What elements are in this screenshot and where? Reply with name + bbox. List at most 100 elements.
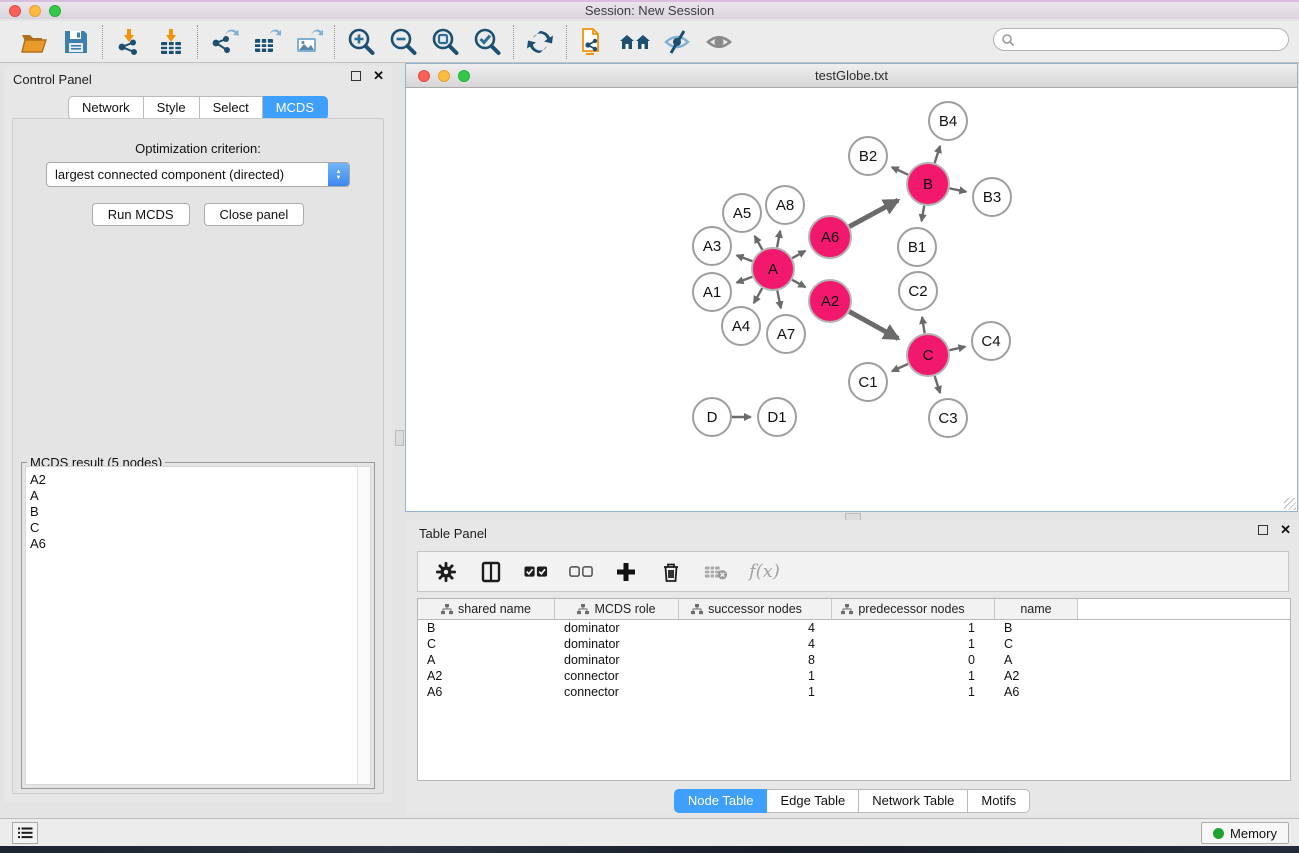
- close-table-panel-icon[interactable]: ✕: [1280, 525, 1291, 535]
- graph-node-A5[interactable]: A5: [723, 194, 761, 232]
- network-window-titlebar[interactable]: testGlobe.txt: [406, 64, 1297, 88]
- edge-A-A3[interactable]: [737, 255, 753, 261]
- result-item[interactable]: C: [30, 520, 370, 536]
- graph-node-A8[interactable]: A8: [766, 186, 804, 224]
- graph-node-A6[interactable]: A6: [809, 216, 851, 258]
- gear-icon[interactable]: [434, 560, 458, 584]
- table-row[interactable]: Bdominator41B: [418, 620, 1290, 636]
- graph-node-A1[interactable]: A1: [693, 273, 731, 311]
- edge-A-A7[interactable]: [777, 291, 781, 309]
- edge-C-C2[interactable]: [922, 317, 925, 333]
- result-item[interactable]: A: [30, 488, 370, 504]
- edge-C-C3[interactable]: [935, 376, 940, 393]
- edge-A-A1[interactable]: [737, 277, 753, 283]
- criterion-dropdown[interactable]: largest connected component (directed) ▲…: [46, 162, 350, 187]
- edge-C-C4[interactable]: [949, 347, 965, 351]
- graph-node-B1[interactable]: B1: [898, 228, 936, 266]
- resize-grip[interactable]: [1284, 498, 1296, 510]
- column-header-successor-nodes[interactable]: successor nodes: [679, 599, 832, 619]
- run-mcds-button[interactable]: Run MCDS: [92, 203, 190, 226]
- column-header-shared-name[interactable]: shared name: [418, 599, 555, 619]
- edge-A-A5[interactable]: [755, 236, 763, 250]
- network-graph-svg[interactable]: AA1A2A3A4A5A6A7A8BB1B2B3B4CC1C2C3C4DD1: [406, 88, 1297, 511]
- tab-network[interactable]: Network: [68, 96, 144, 120]
- graph-node-C[interactable]: C: [907, 334, 949, 376]
- table-row[interactable]: A2connector11A2: [418, 668, 1290, 684]
- hide-selected-icon[interactable]: [661, 26, 693, 58]
- search-input[interactable]: [1020, 31, 1288, 49]
- network-canvas[interactable]: AA1A2A3A4A5A6A7A8BB1B2B3B4CC1C2C3C4DD1: [406, 88, 1297, 511]
- houses-icon[interactable]: [619, 26, 651, 58]
- edge-B-B4[interactable]: [935, 146, 940, 163]
- edge-B-B2[interactable]: [892, 167, 908, 175]
- export-network-icon[interactable]: [208, 26, 240, 58]
- float-table-panel-icon[interactable]: [1258, 525, 1268, 535]
- graph-node-A7[interactable]: A7: [767, 315, 805, 353]
- close-window-button[interactable]: [9, 5, 21, 17]
- column-header-predecessor-nodes[interactable]: predecessor nodes: [832, 599, 995, 619]
- graph-node-B[interactable]: B: [907, 163, 949, 205]
- mcds-result-list[interactable]: A2ABCA6: [25, 466, 371, 785]
- import-table-icon[interactable]: [155, 26, 187, 58]
- zoom-window-button[interactable]: [49, 5, 61, 17]
- search-field[interactable]: [993, 28, 1289, 51]
- show-all-icon[interactable]: [703, 26, 735, 58]
- columns-icon[interactable]: [479, 560, 503, 584]
- tab-node-table[interactable]: Node Table: [674, 789, 768, 813]
- graph-node-D1[interactable]: D1: [758, 398, 796, 436]
- tab-edge-table[interactable]: Edge Table: [767, 789, 859, 813]
- table-row[interactable]: Cdominator41C: [418, 636, 1290, 652]
- graph-node-C1[interactable]: C1: [849, 363, 887, 401]
- deselect-all-icon[interactable]: [569, 560, 593, 584]
- edge-B-B3[interactable]: [950, 188, 967, 191]
- edge-A-A4[interactable]: [754, 288, 762, 303]
- add-icon[interactable]: [614, 560, 638, 584]
- save-session-icon[interactable]: [60, 26, 92, 58]
- edge-C-C1[interactable]: [892, 364, 908, 371]
- tab-motifs[interactable]: Motifs: [968, 789, 1030, 813]
- edge-A-A2[interactable]: [792, 280, 805, 287]
- network-zoom-button[interactable]: [458, 70, 470, 82]
- result-item[interactable]: A2: [30, 472, 370, 488]
- graph-node-B4[interactable]: B4: [929, 102, 967, 140]
- result-item[interactable]: A6: [30, 536, 370, 552]
- vertical-splitter-handle[interactable]: [395, 430, 404, 446]
- edge-A2-C[interactable]: [849, 312, 898, 339]
- new-network-from-selection-icon[interactable]: [577, 26, 609, 58]
- network-minimize-button[interactable]: [438, 70, 450, 82]
- tab-mcds[interactable]: MCDS: [263, 96, 328, 120]
- graph-node-A4[interactable]: A4: [722, 307, 760, 345]
- graph-node-C3[interactable]: C3: [929, 399, 967, 437]
- tab-select[interactable]: Select: [200, 96, 263, 120]
- zoom-selected-icon[interactable]: [471, 26, 503, 58]
- graph-node-C4[interactable]: C4: [972, 322, 1010, 360]
- edge-A-A6[interactable]: [792, 251, 805, 258]
- edge-B-B1[interactable]: [922, 206, 925, 221]
- open-session-icon[interactable]: [18, 26, 50, 58]
- graph-node-A[interactable]: A: [752, 248, 794, 290]
- result-item[interactable]: B: [30, 504, 370, 520]
- tab-style[interactable]: Style: [144, 96, 200, 120]
- export-table-icon[interactable]: [250, 26, 282, 58]
- select-all-icon[interactable]: [524, 560, 548, 584]
- graph-node-B2[interactable]: B2: [849, 137, 887, 175]
- result-scrollbar[interactable]: [357, 467, 370, 784]
- float-panel-icon[interactable]: [351, 71, 361, 81]
- close-panel-icon[interactable]: ✕: [373, 71, 384, 81]
- memory-button[interactable]: Memory: [1201, 822, 1289, 844]
- node-table[interactable]: shared nameMCDS rolesuccessor nodesprede…: [417, 598, 1291, 781]
- function-builder-icon[interactable]: f(x): [749, 561, 780, 582]
- edge-A-A8[interactable]: [777, 231, 780, 248]
- table-row[interactable]: Adominator80A: [418, 652, 1290, 668]
- graph-node-C2[interactable]: C2: [899, 272, 937, 310]
- zoom-out-icon[interactable]: [387, 26, 419, 58]
- graph-node-B3[interactable]: B3: [973, 178, 1011, 216]
- graph-node-D[interactable]: D: [693, 398, 731, 436]
- zoom-in-icon[interactable]: [345, 26, 377, 58]
- edge-A6-B[interactable]: [849, 200, 898, 226]
- network-close-button[interactable]: [418, 70, 430, 82]
- delete-icon[interactable]: [659, 560, 683, 584]
- graph-node-A2[interactable]: A2: [809, 280, 851, 322]
- task-history-button[interactable]: [12, 822, 38, 844]
- export-image-icon[interactable]: [292, 26, 324, 58]
